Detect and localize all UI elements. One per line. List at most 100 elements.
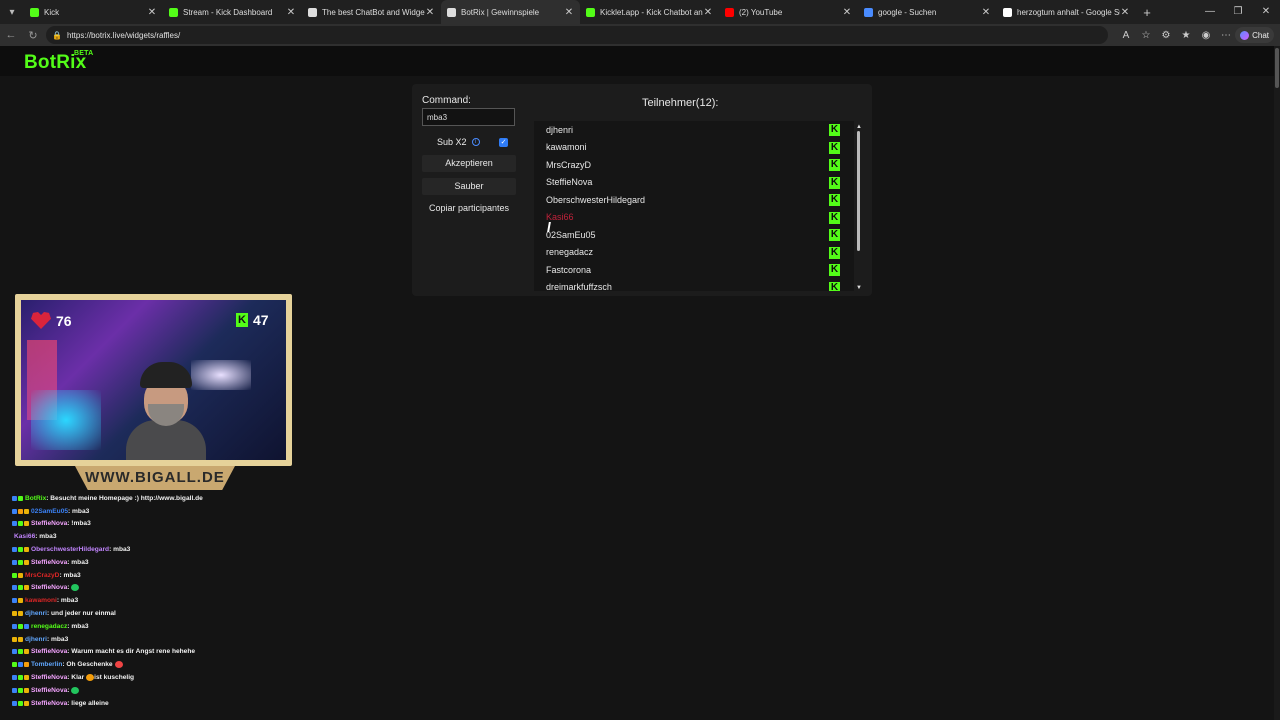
browser-tab-bar: ▾ Kick ✕ Stream - Kick Dashboard ✕ The best …: [0, 0, 1280, 24]
chat-username[interactable]: 02SamEu05: [31, 508, 68, 515]
badge-icon: [12, 623, 17, 629]
chat-text: : mba3: [46, 635, 69, 643]
badge-icon: [24, 585, 29, 591]
participants-scrollbar[interactable]: ▲ ▼: [856, 124, 862, 291]
command-input[interactable]: [422, 108, 515, 126]
chat-username[interactable]: djhenri: [25, 610, 47, 617]
chat-username[interactable]: SteffieNova: [31, 584, 67, 591]
toolbar-icons: A ☆ ⚙ ★ ◉ ⋯: [1116, 24, 1236, 46]
streamer-body: [126, 420, 206, 460]
chat-message: SteffieNova: Klar ist kuschelig: [12, 671, 312, 684]
participant-row[interactable]: SteffieNova K: [534, 174, 854, 192]
close-tab-icon[interactable]: ✕: [703, 7, 713, 18]
participants-scroll-thumb[interactable]: [857, 131, 860, 251]
badge-icon: [18, 687, 23, 693]
chat-username[interactable]: OberschwesterHildegard: [31, 546, 109, 553]
favorite-icon[interactable]: ☆: [1136, 30, 1156, 41]
badge-icon: [24, 662, 29, 668]
tab-actions-icon[interactable]: ▾: [0, 0, 24, 24]
participant-row[interactable]: MrsCrazyD K: [534, 156, 854, 174]
close-window-icon[interactable]: ✕: [1252, 0, 1280, 24]
heart-icon: [31, 312, 51, 329]
chat-username[interactable]: BotRix: [25, 495, 46, 502]
tab-title: google - Suchen: [878, 7, 937, 17]
chat-text: : Warum macht es dir Angst rene hehehe: [67, 648, 196, 656]
browser-tab[interactable]: (2) YouTube ✕: [719, 0, 858, 24]
chat-username[interactable]: Kasi66: [14, 533, 35, 540]
info-icon[interactable]: i: [471, 138, 480, 146]
copilot-chat-button[interactable]: Chat: [1235, 27, 1274, 43]
participant-row[interactable]: kawamoni K: [534, 139, 854, 157]
chat-username[interactable]: SteffieNova: [31, 648, 67, 655]
chat-message: OberschwesterHildegard: mba3: [12, 543, 312, 556]
chat-username[interactable]: kawamoni: [25, 597, 57, 604]
chat-username[interactable]: SteffieNova: [31, 674, 67, 681]
participant-row[interactable]: OberschwesterHildegard K: [534, 191, 854, 209]
sub-x2-checkbox[interactable]: ✓: [499, 138, 508, 147]
favorites-icon[interactable]: ★: [1176, 30, 1196, 41]
chat-username[interactable]: SteffieNova: [31, 559, 67, 566]
participant-row[interactable]: dreimarkfuffzsch K: [534, 279, 854, 291]
participant-name: OberschwesterHildegard: [546, 194, 646, 205]
extensions-icon[interactable]: ⚙: [1156, 30, 1176, 41]
chat-message: SteffieNova: !mba3: [12, 518, 312, 531]
follower-count: 47: [253, 312, 269, 328]
participant-row[interactable]: Fastcorona K: [534, 261, 854, 279]
badge-icon: [12, 675, 17, 681]
back-icon[interactable]: ←: [0, 29, 22, 41]
raffle-panel: Command: Sub X2 i ✓ Akzeptieren Sauber C…: [412, 84, 872, 296]
kick-icon: K: [829, 141, 840, 154]
browser-tab[interactable]: Kick ✕: [24, 0, 163, 24]
page-scrollbar[interactable]: [1274, 46, 1280, 720]
restore-icon[interactable]: ❐: [1224, 0, 1252, 24]
scroll-down-icon[interactable]: ▼: [856, 285, 862, 291]
window-controls: — ❐ ✕: [1196, 0, 1280, 24]
close-tab-icon[interactable]: ✕: [564, 7, 574, 18]
page-scrollbar-thumb[interactable]: [1275, 48, 1279, 88]
browser-tab[interactable]: google - Suchen ✕: [858, 0, 997, 24]
url-field[interactable]: 🔒 https://botrix.live/widgets/raffles/: [46, 26, 1108, 44]
minimize-icon[interactable]: —: [1196, 0, 1224, 24]
browser-tab[interactable]: The best ChatBot and Widgets for✕: [302, 0, 441, 24]
chat-message: Tomberlin: Oh Geschenke: [12, 658, 312, 671]
browser-tab[interactable]: Stream - Kick Dashboard ✕: [163, 0, 302, 24]
participant-name: dreimarkfuffzsch: [546, 282, 612, 291]
refresh-icon[interactable]: ↻: [22, 29, 44, 42]
emote-icon: [114, 661, 123, 669]
sub-x2-label: Sub X2: [437, 137, 467, 147]
copy-participants-button[interactable]: Copiar participantes: [422, 200, 516, 217]
badge-icon: [18, 662, 23, 668]
close-tab-icon[interactable]: ✕: [425, 7, 435, 18]
chat-badges: [12, 649, 29, 655]
profile-icon[interactable]: ◉: [1196, 30, 1216, 41]
close-tab-icon[interactable]: ✕: [147, 7, 157, 18]
more-icon[interactable]: ⋯: [1216, 30, 1236, 41]
participant-row[interactable]: Kasi66 K: [534, 209, 854, 227]
new-tab-button[interactable]: +: [1136, 5, 1158, 20]
browser-tab[interactable]: Kicklet.app - Kick Chatbot and Ov✕: [580, 0, 719, 24]
scroll-up-icon[interactable]: ▲: [856, 124, 862, 130]
participant-row[interactable]: 02SamEu05 K: [534, 226, 854, 244]
badge-icon: [12, 598, 17, 604]
close-tab-icon[interactable]: ✕: [1120, 7, 1130, 18]
clear-button[interactable]: Sauber: [422, 178, 516, 195]
chat-username[interactable]: SteffieNova: [31, 700, 67, 707]
close-tab-icon[interactable]: ✕: [842, 7, 852, 18]
accept-button[interactable]: Akzeptieren: [422, 155, 516, 172]
botrix-logo[interactable]: BotRix BETA: [24, 50, 93, 74]
heart-rate: 76: [31, 312, 72, 329]
close-tab-icon[interactable]: ✕: [981, 7, 991, 18]
chat-username[interactable]: SteffieNova: [31, 520, 67, 527]
translate-icon[interactable]: A: [1116, 30, 1136, 41]
close-tab-icon[interactable]: ✕: [286, 7, 296, 18]
chat-username[interactable]: MrsCrazyD: [25, 572, 59, 579]
chat-username[interactable]: djhenri: [25, 636, 47, 643]
browser-tab[interactable]: BotRix | Gewinnspiele ✕: [441, 0, 580, 24]
chat-message: djhenri: mba3: [12, 633, 312, 646]
chat-username[interactable]: Tomberlin: [31, 661, 62, 668]
participant-row[interactable]: djhenri K: [534, 121, 854, 139]
chat-username[interactable]: renegadacz: [31, 623, 67, 630]
participant-row[interactable]: renegadacz K: [534, 244, 854, 262]
chat-username[interactable]: SteffieNova: [31, 687, 67, 694]
browser-tab[interactable]: herzogtum anhalt - Google Suche✕: [997, 0, 1136, 24]
